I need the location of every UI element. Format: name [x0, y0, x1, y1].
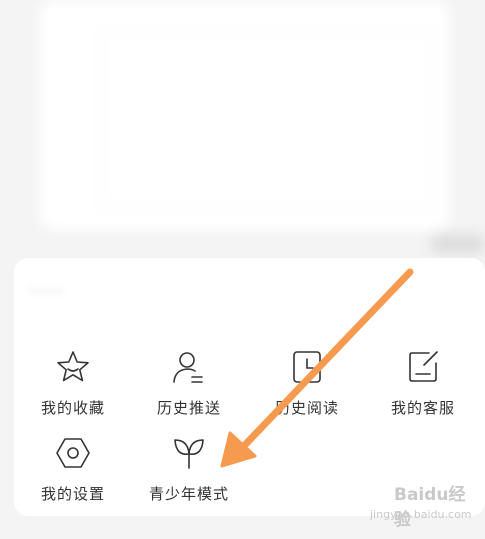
section-title-blurred: · · · ·	[30, 284, 62, 300]
menu-item-settings[interactable]: 我的设置	[18, 434, 128, 504]
baidu-watermark: Baidu经验 jingyan.baidu.com	[366, 480, 482, 532]
menu-item-label: 青少年模式	[148, 485, 229, 503]
edit-icon	[404, 348, 442, 390]
menu-item-history-read[interactable]: 历史阅读	[252, 348, 362, 418]
user-push-icon	[170, 348, 208, 390]
menu-item-label: 我的设置	[40, 485, 105, 503]
menu-item-label: 我的客服	[390, 399, 455, 417]
blurred-content-box	[100, 30, 432, 207]
menu-item-favorites[interactable]: 我的收藏	[18, 348, 128, 418]
sprout-icon	[170, 434, 208, 476]
menu-item-history-push[interactable]: 历史推送	[134, 348, 244, 418]
settings-hexagon-icon	[54, 434, 92, 476]
menu-item-label: 历史阅读	[274, 399, 339, 417]
blurred-pill-button	[430, 234, 485, 254]
menu-item-teen-mode[interactable]: 青少年模式	[134, 434, 244, 504]
menu-item-customer-service[interactable]: 我的客服	[368, 348, 478, 418]
menu-item-label: 历史推送	[156, 399, 221, 417]
menu-item-label: 我的收藏	[40, 399, 105, 417]
watermark-title: Baidu经验	[394, 485, 466, 530]
blurred-header-area	[0, 0, 485, 265]
clock-book-icon	[288, 348, 326, 390]
star-icon	[54, 348, 92, 390]
watermark-url: jingyan.baidu.com	[370, 508, 472, 521]
